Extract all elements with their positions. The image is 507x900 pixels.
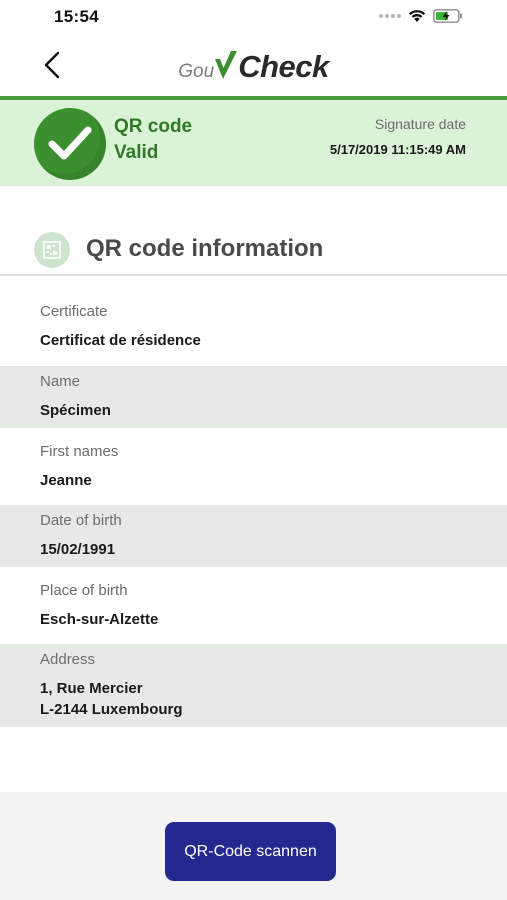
bottom-action-bar: QR-Code scannen [0,792,507,900]
info-row-place-of-birth: Place of birth Esch-sur-Alzette [0,567,507,644]
address-line-2: L-2144 Luxembourg [40,701,183,718]
wifi-icon [408,10,426,22]
signature-date-label: Signature date [374,116,466,132]
qr-status-value: Valid [114,142,159,163]
logo-check-mark-icon [215,51,238,79]
info-value: Certificat de résidence [40,332,201,349]
info-value: Spécimen [40,402,111,419]
info-row-date-of-birth: Date of birth 15/02/1991 [0,505,507,567]
qr-status-title: QR code [114,116,193,137]
info-label: Place of birth [40,582,128,599]
valid-check-icon [34,108,106,180]
signature-date-value: 5/17/2019 11:15:49 AM [329,142,466,157]
status-bar: 15:54 [0,0,507,34]
address-line-1: 1, Rue Mercier [40,680,143,697]
app-logo: Gou Check [0,49,507,89]
info-value: Esch-sur-Alzette [40,611,159,628]
info-row-address: Address 1, Rue Mercier L-2144 Luxembourg [0,644,507,727]
qr-info-section-header: QR code information [0,230,507,276]
info-label: Address [40,651,96,668]
qr-code-icon [34,232,70,268]
validation-banner: QR code Valid Signature date 5/17/2019 1… [0,96,507,186]
nav-bar: Gou Check [0,34,507,96]
scan-qr-code-button[interactable]: QR-Code scannen [165,822,336,881]
logo-suffix: Check [238,49,329,84]
logo-prefix: Gou [178,61,215,82]
info-row-certificate: Certificate Certificat de résidence [0,296,507,366]
battery-charging-icon [433,9,462,23]
status-time: 15:54 [54,7,99,26]
info-label: Name [40,373,81,390]
info-label: Certificate [40,303,108,320]
cellular-signal-icon [379,14,401,18]
info-value: Jeanne [40,472,92,489]
info-value: 1, Rue Mercier L-2144 Luxembourg [40,678,507,720]
info-label: Date of birth [40,512,122,529]
info-row-name: Name Spécimen [0,366,507,428]
info-label: First names [40,443,119,460]
status-icons [379,9,463,23]
qr-info-list: Certificate Certificat de résidence Name… [0,296,507,727]
info-value: 15/02/1991 [40,541,116,558]
info-row-first-names: First names Jeanne [0,428,507,505]
section-title: QR code information [86,235,324,262]
